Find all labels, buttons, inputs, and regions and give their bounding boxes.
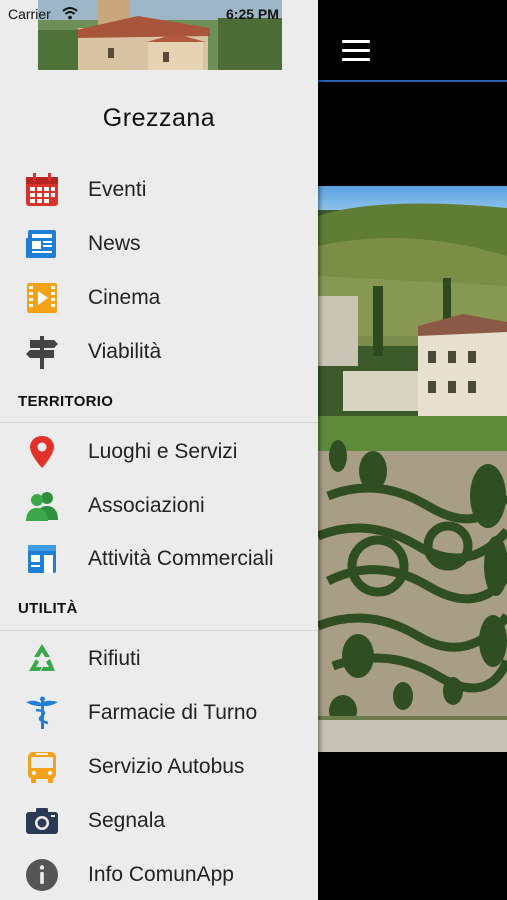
wifi-icon [62, 6, 78, 20]
menu-item-label: Info ComunApp [88, 863, 234, 886]
menu-item-eventi[interactable]: Eventi [0, 163, 318, 217]
status-carrier: Carrier [8, 6, 51, 22]
menu-item-segnala[interactable]: Segnala [0, 794, 318, 848]
menu-item-associazioni[interactable]: Associazioni [0, 479, 318, 533]
film-icon [24, 280, 60, 316]
divider [0, 630, 318, 631]
menu-item-label: Viabilità [88, 340, 162, 363]
hamburger-menu-icon[interactable] [342, 40, 370, 62]
side-drawer: Carrier 6:25 PM Grezzana Eventi News Cin… [0, 0, 318, 900]
menu-item-label: Associazioni [88, 494, 205, 517]
map-pin-icon [24, 434, 60, 470]
info-icon [24, 857, 60, 893]
menu-item-servizio-autobus[interactable]: Servizio Autobus [0, 740, 318, 794]
recycle-icon [24, 641, 60, 677]
menu-item-viabilita[interactable]: Viabilità [0, 325, 318, 379]
menu-item-info-comunapp[interactable]: Info ComunApp [0, 848, 318, 900]
section-title-territorio: TERRITORIO [18, 393, 114, 410]
menu-item-label: Eventi [88, 178, 147, 201]
bus-icon [24, 749, 60, 785]
divider [0, 422, 318, 423]
menu-item-label: Rifiuti [88, 647, 141, 670]
town-name: Grezzana [102, 104, 216, 132]
menu-item-news[interactable]: News [0, 217, 318, 271]
status-time: 6:25 PM [226, 6, 279, 22]
menu-item-label: Servizio Autobus [88, 755, 245, 778]
menu-item-luoghi-e-servizi[interactable]: Luoghi e Servizi [0, 425, 318, 479]
menu-item-label: News [88, 232, 141, 255]
hero-image-villa-garden [318, 186, 507, 752]
section-title-utilita: UTILITÀ [18, 600, 78, 617]
menu-item-farmacie-di-turno[interactable]: Farmacie di Turno [0, 686, 318, 740]
menu-item-rifiuti[interactable]: Rifiuti [0, 632, 318, 686]
menu-item-label: Farmacie di Turno [88, 701, 258, 724]
menu-item-cinema[interactable]: Cinema [0, 271, 318, 325]
menu-item-label: Cinema [88, 286, 161, 309]
menu-item-label: Segnala [88, 809, 166, 832]
menu-item-attivita-commerciali[interactable]: Attività Commerciali [0, 532, 318, 586]
signpost-icon [24, 334, 60, 370]
menu-item-label: Luoghi e Servizi [88, 440, 238, 463]
camera-icon [24, 803, 60, 839]
newspaper-icon [24, 226, 60, 262]
shop-icon [24, 541, 60, 577]
menu-item-label: Attività Commerciali [88, 547, 274, 570]
users-icon [24, 488, 60, 524]
calendar-icon [24, 172, 60, 208]
caduceus-icon [24, 695, 60, 731]
